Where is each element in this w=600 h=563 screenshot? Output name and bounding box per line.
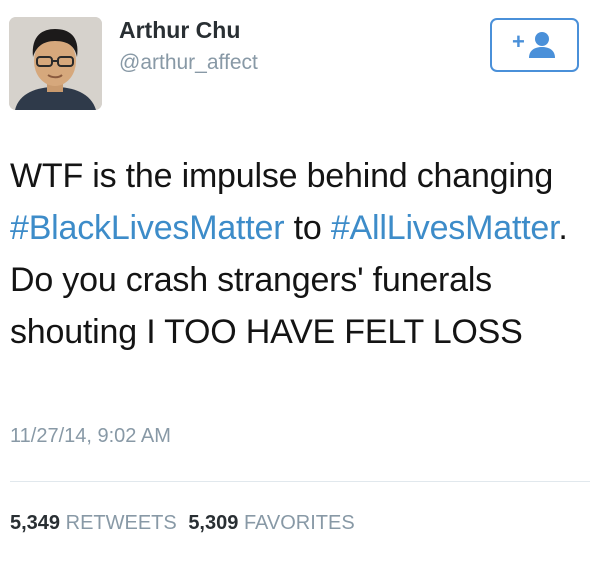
favorites-label: FAVORITES (243, 512, 355, 534)
divider (10, 481, 590, 482)
profile-photo-icon (9, 17, 102, 110)
follow-button[interactable]: + (490, 18, 579, 72)
avatar[interactable] (9, 17, 102, 110)
retweets-label: RETWEETS (65, 512, 177, 534)
tweet-text-segment: to (284, 209, 331, 247)
author-display-name[interactable]: Arthur Chu (119, 17, 240, 44)
add-person-icon: + (512, 30, 555, 58)
tweet-text-segment: WTF is the impulse behind changing (10, 157, 554, 195)
tweet-timestamp[interactable]: 11/27/14, 9:02 AM (10, 425, 171, 448)
retweets-stat[interactable]: 5,349 RETWEETS (10, 512, 177, 534)
hashtag-link-alllivesmatter[interactable]: #AllLivesMatter (331, 209, 559, 247)
plus-glyph: + (512, 30, 525, 54)
tweet-text: WTF is the impulse behind changing #Blac… (10, 150, 585, 358)
tweet-card: Arthur Chu @arthur_affect + WTF is the i… (0, 0, 600, 563)
author-handle[interactable]: @arthur_affect (119, 51, 258, 75)
favorites-count: 5,309 (188, 512, 239, 534)
favorites-stat[interactable]: 5,309 FAVORITES (188, 512, 354, 534)
tweet-stats: 5,349 RETWEETS 5,309 FAVORITES (10, 512, 361, 535)
retweets-count: 5,349 (10, 512, 61, 534)
hashtag-link-blacklivesmatter[interactable]: #BlackLivesMatter (10, 209, 285, 247)
